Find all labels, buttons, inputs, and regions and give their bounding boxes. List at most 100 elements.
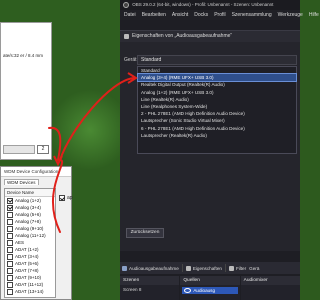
- gear-icon: [185, 265, 191, 271]
- channel-input[interactable]: 2: [37, 145, 49, 154]
- properties-title-bar: Eigenschaften von „Audioausgabeaufnahme“: [120, 31, 300, 42]
- wdm-device-row[interactable]: Analog (9+10): [5, 225, 55, 232]
- device-name-label: Analog (7+8): [15, 219, 41, 224]
- sources-panel: Quellen Audioausg: [180, 276, 240, 300]
- device-checkbox[interactable]: [7, 211, 13, 218]
- filter-button-label: Filter: [235, 265, 247, 271]
- divider: [181, 264, 183, 272]
- dropdown-option[interactable]: 2 - PHL 278E1 (AMD High Definition Audio…: [138, 110, 296, 117]
- visibility-eye-icon[interactable]: [184, 288, 192, 293]
- device-name-label: Analog (5+6): [15, 212, 41, 217]
- wdm-device-list: Device Name Analog (1+2) Analog (3+4) Anal…: [4, 188, 56, 298]
- device-checkbox[interactable]: [7, 253, 13, 260]
- filter-button[interactable]: Filter: [228, 265, 247, 271]
- dropdown-option[interactable]: Lautsprecher (Realtek(R) Audio): [138, 132, 296, 139]
- wdm-device-row[interactable]: Analog (7+8): [5, 218, 55, 225]
- sources-panel-title: Quellen: [180, 276, 240, 285]
- device-dropdown-list: Standard Analog (3+4) (RME UFX+ USB 3.0) R…: [137, 66, 297, 154]
- settings-dialog: ate/s:32 er / 8.4 mm 2: [0, 22, 52, 160]
- device-checkbox[interactable]: [7, 246, 13, 253]
- device-name-label: ADAT (1+2): [15, 247, 39, 252]
- device-checkbox[interactable]: [7, 281, 13, 288]
- dropdown-option[interactable]: Standard: [138, 67, 296, 74]
- dropdown-option[interactable]: Analog (1+2) (RME UFX+ USB 3.0): [138, 89, 296, 96]
- device-checkbox[interactable]: [7, 288, 13, 295]
- dropdown-option[interactable]: Analog (3+4) (RME UFX+ USB 3.0): [137, 73, 297, 83]
- device-checkbox[interactable]: [7, 197, 13, 204]
- dropdown-option[interactable]: Line (Realtek(R) Audio): [138, 96, 296, 103]
- wdm-device-row[interactable]: ADAT (13+14): [5, 288, 55, 295]
- wdm-device-row[interactable]: ADAT (11+12): [5, 281, 55, 288]
- device-name-label: ADAT (5+6): [15, 261, 39, 266]
- wdm-device-row[interactable]: Analog (3+4): [5, 204, 55, 211]
- properties-button-label: Eigenschaften: [192, 265, 222, 271]
- obs-titlebar: OBS 29.0.2 (64-bit, windows) - Profil: U…: [120, 0, 300, 10]
- device-dropdown[interactable]: Standard: [137, 55, 297, 65]
- tab-wdm-devices[interactable]: WDM Devices: [4, 179, 39, 185]
- wdm-window-title: WDM Device Configuration: [1, 167, 71, 177]
- scenes-panel-title: Szenen: [120, 276, 180, 285]
- wdm-device-row[interactable]: ADAT (5+6): [5, 260, 55, 267]
- menu-item[interactable]: Szenensammlung: [232, 10, 272, 20]
- obs-window: OBS 29.0.2 (64-bit, windows) - Profil: U…: [120, 0, 319, 300]
- device-checkbox[interactable]: [7, 225, 13, 232]
- device-checkbox[interactable]: [7, 218, 13, 225]
- dropdown-option[interactable]: 6 - PHL 278E1 (AMD High Definition Audio…: [138, 125, 296, 132]
- obs-window-title: OBS 29.0.2 (64-bit, windows) - Profil: U…: [132, 2, 274, 7]
- menu-item[interactable]: Ansicht: [172, 10, 188, 20]
- device-button-label: Gerä: [249, 265, 260, 271]
- menu-bar: Datei Bearbeiten Ansicht Docks Profil Szenens…: [120, 10, 319, 20]
- wdm-device-row[interactable]: ADAT (1+2): [5, 246, 55, 253]
- wdm-device-row[interactable]: Analog (11+12): [5, 232, 55, 239]
- properties-dialog: Eigenschaften von „Audioausgabeaufnahme“…: [120, 30, 300, 251]
- device-name-label: Analog (3+4): [15, 205, 41, 210]
- device-name-label: Analog (9+10): [15, 226, 44, 231]
- wdm-device-row[interactable]: AES: [5, 239, 55, 246]
- device-checkbox[interactable]: [7, 260, 13, 267]
- audio-mixer-title: Audiomixer: [240, 276, 300, 285]
- menu-item[interactable]: Werkzeuge: [278, 10, 303, 20]
- side-checkbox[interactable]: [59, 195, 65, 201]
- source-item-label: Audioausg: [193, 288, 216, 293]
- scene-item[interactable]: Screen 8: [120, 285, 179, 294]
- filter-icon: [228, 265, 234, 271]
- device-label: Gerät: [124, 57, 137, 63]
- device-checkbox[interactable]: [7, 204, 13, 211]
- device-name-label: Analog (11+12): [15, 233, 46, 238]
- menu-item[interactable]: Datei: [124, 10, 136, 20]
- scenes-panel: Szenen Screen 8: [120, 276, 180, 300]
- device-checkbox[interactable]: [7, 274, 13, 281]
- dropdown-option[interactable]: Line (Realphones System-Wide): [138, 103, 296, 110]
- audio-mixer-panel: Audiomixer: [240, 276, 300, 300]
- device-checkbox[interactable]: [7, 232, 13, 239]
- wdm-device-row[interactable]: Analog (1+2): [5, 197, 55, 204]
- wdm-side-option[interactable]: ap: [59, 195, 73, 201]
- menu-item[interactable]: Docks: [194, 10, 208, 20]
- divider: [224, 264, 226, 272]
- properties-button[interactable]: Eigenschaften: [185, 265, 222, 271]
- window-icon: [124, 34, 129, 39]
- device-checkbox[interactable]: [7, 267, 13, 274]
- settings-button[interactable]: [3, 145, 35, 154]
- device-name-label: AES: [15, 240, 25, 245]
- menu-item[interactable]: Bearbeiten: [142, 10, 166, 20]
- device-name-label: ADAT (9+10): [15, 275, 41, 280]
- device-checkbox[interactable]: [7, 239, 13, 246]
- wdm-device-row[interactable]: Analog (5+6): [5, 211, 55, 218]
- source-toolbar: Audioausgabeaufnahme Eigenschaften Filte…: [120, 262, 300, 274]
- wdm-device-row[interactable]: ADAT (7+8): [5, 267, 55, 274]
- reset-button[interactable]: Zurücksetzen: [126, 228, 164, 238]
- obs-logo-icon: [123, 1, 129, 8]
- column-header-device-name[interactable]: Device Name: [5, 189, 55, 197]
- wdm-config-window: WDM Device Configuration WDM Devices Dev…: [0, 166, 73, 300]
- menu-item[interactable]: Hilfe: [309, 10, 319, 20]
- wdm-device-row[interactable]: ADAT (3+4): [5, 253, 55, 260]
- side-option-label: ap: [67, 195, 73, 201]
- source-name-item: Audioausgabeaufnahme: [122, 265, 179, 271]
- menu-item[interactable]: Profil: [214, 10, 225, 20]
- dropdown-option[interactable]: Realtek Digital Output (Realtek(R) Audio…: [138, 81, 296, 88]
- dropdown-option[interactable]: Lautsprecher (Sonic Studio Virtual Mixer…: [138, 117, 296, 124]
- wdm-device-row[interactable]: ADAT (9+10): [5, 274, 55, 281]
- source-item[interactable]: Audioausg: [182, 287, 238, 294]
- device-button[interactable]: Gerä: [249, 266, 259, 271]
